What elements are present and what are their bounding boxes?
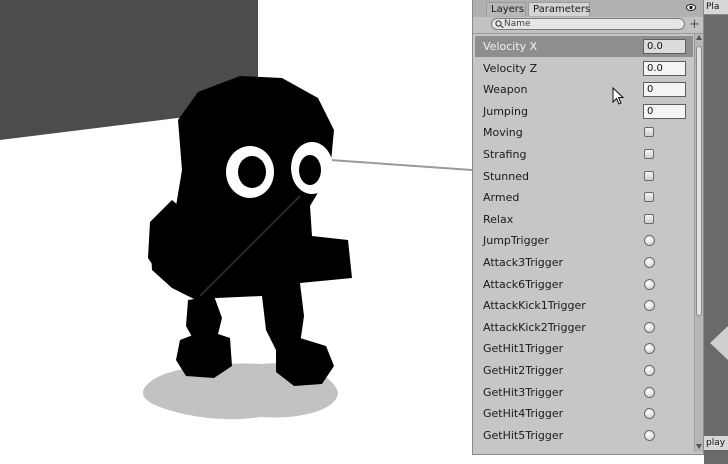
parameter-row[interactable]: AttackKick1Trigger (475, 295, 693, 316)
search-placeholder: Name (504, 19, 531, 29)
parameter-row[interactable]: Armed (475, 187, 693, 208)
parameter-row[interactable]: Jumping 0 (475, 101, 693, 122)
trigger-toggle[interactable] (644, 321, 655, 333)
parameter-row[interactable]: Velocity Z 0.0 (475, 58, 693, 79)
trigger-toggle[interactable] (644, 278, 655, 290)
search-icon (495, 20, 504, 28)
trigger-toggle[interactable] (644, 257, 655, 268)
parameter-name: Velocity Z (483, 61, 538, 75)
trigger-toggle[interactable] (644, 235, 655, 247)
parameter-name: Moving (483, 126, 523, 140)
parameter-name: Attack3Trigger (483, 256, 564, 269)
eye-icon[interactable] (686, 3, 696, 12)
trigger-toggle[interactable] (644, 300, 655, 312)
parameter-row[interactable]: GetHit4Trigger (475, 403, 693, 424)
character-model (148, 76, 352, 386)
floor-edge (329, 159, 473, 171)
parameter-search-input[interactable]: Name (491, 18, 685, 30)
parameter-row[interactable]: Attack3Trigger (475, 252, 693, 273)
scroll-down-arrow-icon[interactable] (696, 444, 702, 449)
trigger-toggle[interactable] (644, 429, 655, 441)
parameter-name: AttackKick1Trigger (483, 299, 586, 313)
parameter-row[interactable]: Weapon 0 (475, 79, 693, 100)
scroll-thumb[interactable] (696, 46, 702, 316)
parameter-row[interactable]: Moving (475, 122, 693, 143)
int-value-field[interactable]: 0 (643, 82, 686, 98)
tab-parameters[interactable]: Parameters (528, 2, 590, 16)
parameter-row[interactable]: JumpTrigger (475, 230, 693, 251)
parameter-name: Weapon (483, 83, 528, 97)
parameter-name: Jumping (483, 104, 528, 118)
parameter-row[interactable]: Velocity X 0.0 (475, 36, 693, 57)
parameter-name: Armed (483, 191, 520, 205)
parameter-name: GetHit3Trigger (483, 385, 564, 399)
editor-right-strip: Pla play (704, 0, 728, 464)
parameter-name: GetHit4Trigger (483, 407, 564, 421)
cursor-icon (612, 87, 624, 105)
parameter-row[interactable]: Relax (475, 209, 693, 230)
right-strip-top-tab[interactable]: Pla (704, 0, 728, 15)
bool-checkbox[interactable] (644, 149, 654, 159)
float-value-field[interactable]: 0.0 (643, 60, 686, 76)
bool-checkbox[interactable] (644, 192, 654, 203)
parameter-row[interactable]: Stunned (475, 166, 693, 187)
side-arrow-icon[interactable] (710, 326, 728, 360)
parameter-row[interactable]: GetHit3Trigger (475, 382, 693, 403)
panel-tab-bar: Layers Parameters (473, 0, 703, 18)
scroll-up-arrow-icon[interactable] (696, 35, 702, 40)
parameter-row[interactable]: Attack6Trigger (475, 274, 693, 295)
parameter-row[interactable]: AttackKick2Trigger (475, 317, 693, 338)
parameter-name: Attack6Trigger (483, 277, 564, 291)
parameter-row[interactable]: GetHit5Trigger (475, 425, 693, 446)
parameter-row[interactable]: GetHit2Trigger (475, 360, 693, 381)
trigger-toggle[interactable] (644, 343, 655, 355)
parameter-name: GetHit1Trigger (483, 342, 564, 356)
parameter-name: Velocity X (483, 40, 538, 53)
parameter-list-scrollbar[interactable] (694, 34, 703, 452)
float-value-field[interactable]: 0.0 (643, 39, 686, 54)
animator-parameters-panel: Layers Parameters Name + Velocity X 0.0 Ve… (472, 0, 704, 455)
parameter-row[interactable]: Strafing (475, 144, 693, 165)
parameter-row[interactable]: GetHit1Trigger (475, 338, 693, 359)
parameter-search-row: Name + (473, 17, 703, 34)
add-parameter-button[interactable]: + (689, 17, 700, 32)
right-strip-bottom-tab[interactable]: play (704, 436, 728, 450)
parameter-name: Relax (483, 212, 514, 226)
tab-layers[interactable]: Layers (486, 2, 526, 16)
bool-checkbox[interactable] (644, 170, 654, 181)
parameter-name: JumpTrigger (483, 234, 549, 248)
int-value-field[interactable]: 0 (643, 103, 686, 119)
parameter-name: GetHit2Trigger (483, 364, 564, 377)
parameter-name: Strafing (483, 148, 527, 161)
parameter-name: AttackKick2Trigger (483, 320, 586, 334)
bool-checkbox[interactable] (644, 127, 654, 138)
bool-checkbox[interactable] (644, 213, 654, 224)
trigger-toggle[interactable] (644, 365, 655, 376)
parameter-name: GetHit5Trigger (483, 428, 564, 442)
trigger-toggle[interactable] (644, 386, 655, 398)
trigger-toggle[interactable] (644, 408, 655, 420)
parameter-list: Velocity X 0.0 Velocity Z 0.0 Weapon 0 Jumping… (473, 34, 694, 452)
parameter-name: Stunned (483, 169, 529, 183)
